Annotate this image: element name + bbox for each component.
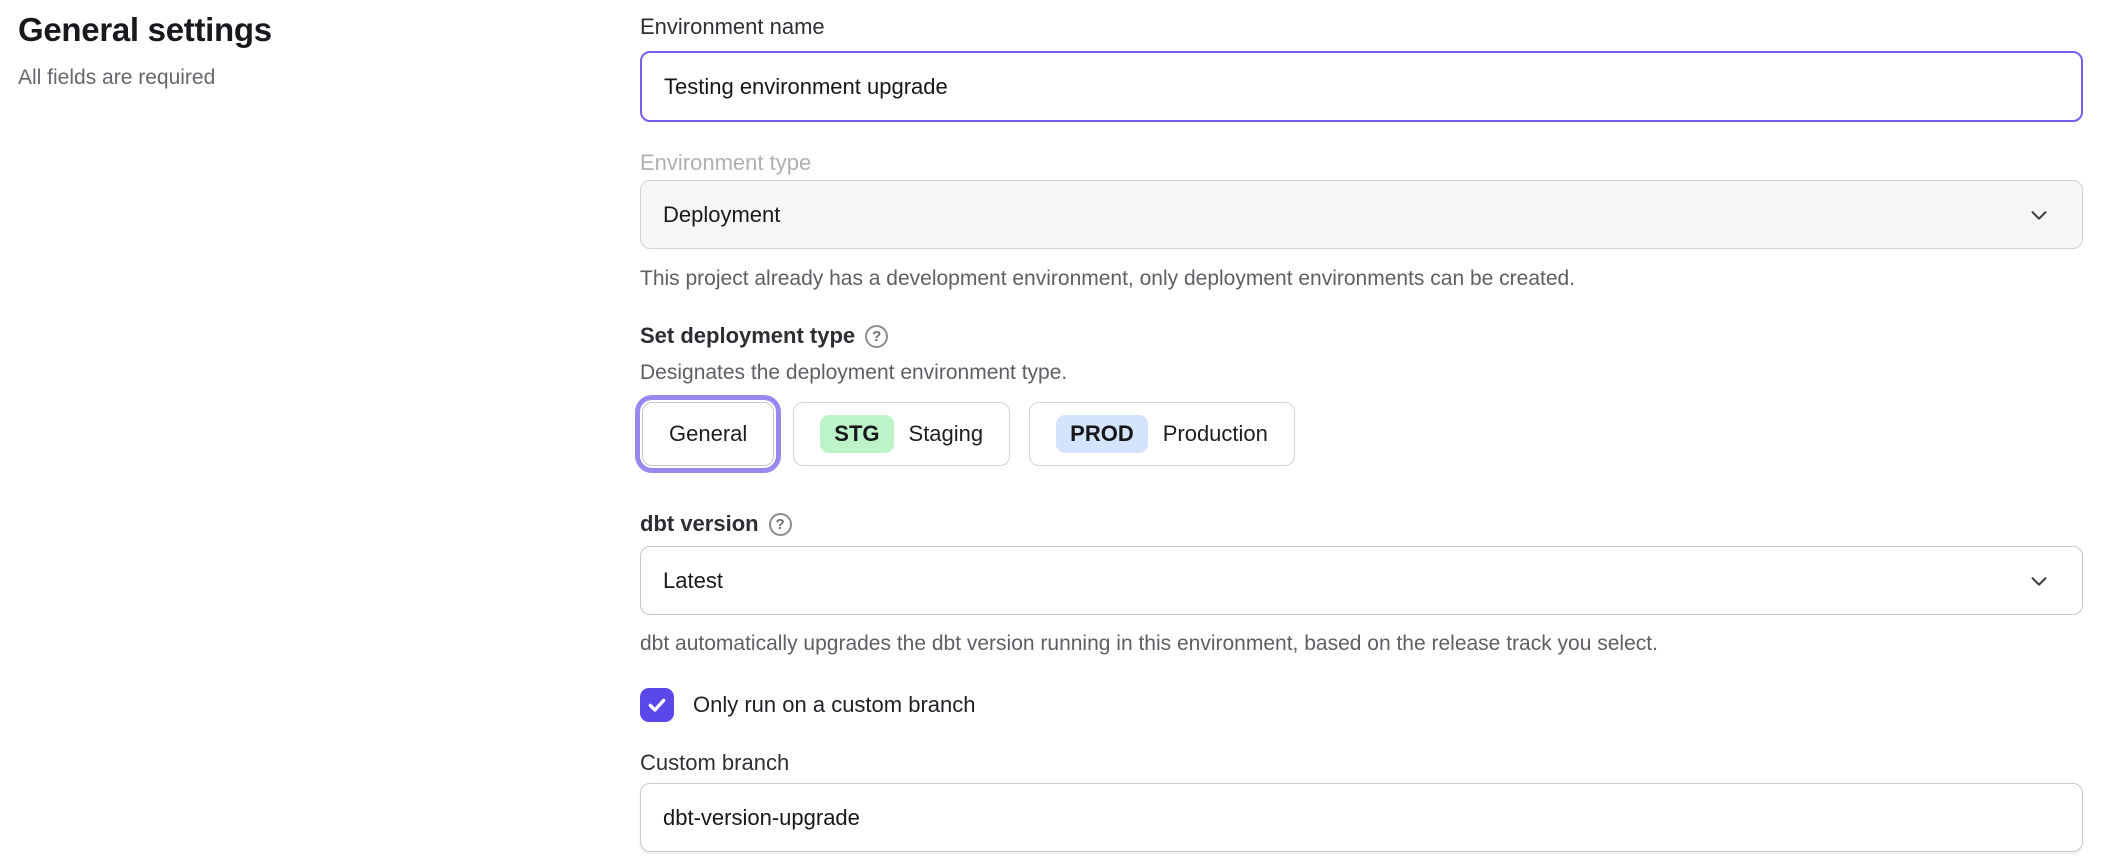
- dbt-version-select[interactable]: Latest: [640, 546, 2083, 615]
- deployment-type-option-general[interactable]: General: [642, 402, 774, 466]
- environment-type-helper: This project already has a development e…: [640, 265, 2083, 293]
- deployment-type-option-production-label: Production: [1163, 421, 1268, 447]
- custom-branch-toggle-label[interactable]: Only run on a custom branch: [693, 690, 975, 720]
- page-title: General settings: [18, 8, 618, 52]
- deployment-type-option-production[interactable]: PROD Production: [1029, 402, 1295, 466]
- environment-type-value: Deployment: [663, 202, 780, 228]
- production-badge: PROD: [1056, 415, 1148, 453]
- dbt-version-label: dbt version: [640, 509, 759, 539]
- help-icon[interactable]: ?: [865, 325, 888, 348]
- dbt-version-header: dbt version ?: [640, 509, 2083, 539]
- custom-branch-input[interactable]: [640, 783, 2083, 852]
- chevron-down-icon: [2028, 570, 2050, 592]
- deployment-type-helper: Designates the deployment environment ty…: [640, 359, 2083, 387]
- environment-settings-form: Environment name Environment type Deploy…: [640, 0, 2083, 852]
- chevron-down-icon: [2028, 204, 2050, 226]
- custom-branch-checkbox[interactable]: [640, 688, 674, 722]
- staging-badge: STG: [820, 415, 893, 453]
- dbt-version-value: Latest: [663, 568, 723, 594]
- deployment-type-option-staging-label: Staging: [909, 421, 984, 447]
- environment-name-label: Environment name: [640, 12, 2083, 42]
- environment-type-label: Environment type: [640, 148, 2083, 178]
- page-subtitle: All fields are required: [18, 64, 618, 92]
- deployment-type-options: General STG Staging PROD Production: [640, 395, 2083, 473]
- dbt-version-helper: dbt automatically upgrades the dbt versi…: [640, 630, 2083, 658]
- deployment-type-label: Set deployment type: [640, 321, 855, 351]
- settings-header: General settings All fields are required: [18, 8, 618, 92]
- environment-type-select: Deployment: [640, 180, 2083, 249]
- deployment-type-option-staging[interactable]: STG Staging: [793, 402, 1010, 466]
- deployment-type-header: Set deployment type ?: [640, 321, 2083, 351]
- checkmark-icon: [647, 695, 667, 715]
- help-icon[interactable]: ?: [769, 513, 792, 536]
- custom-branch-label: Custom branch: [640, 748, 2083, 778]
- deployment-type-option-general-label: General: [669, 421, 747, 447]
- environment-name-input[interactable]: [640, 51, 2083, 122]
- custom-branch-toggle-row[interactable]: Only run on a custom branch: [640, 688, 2083, 722]
